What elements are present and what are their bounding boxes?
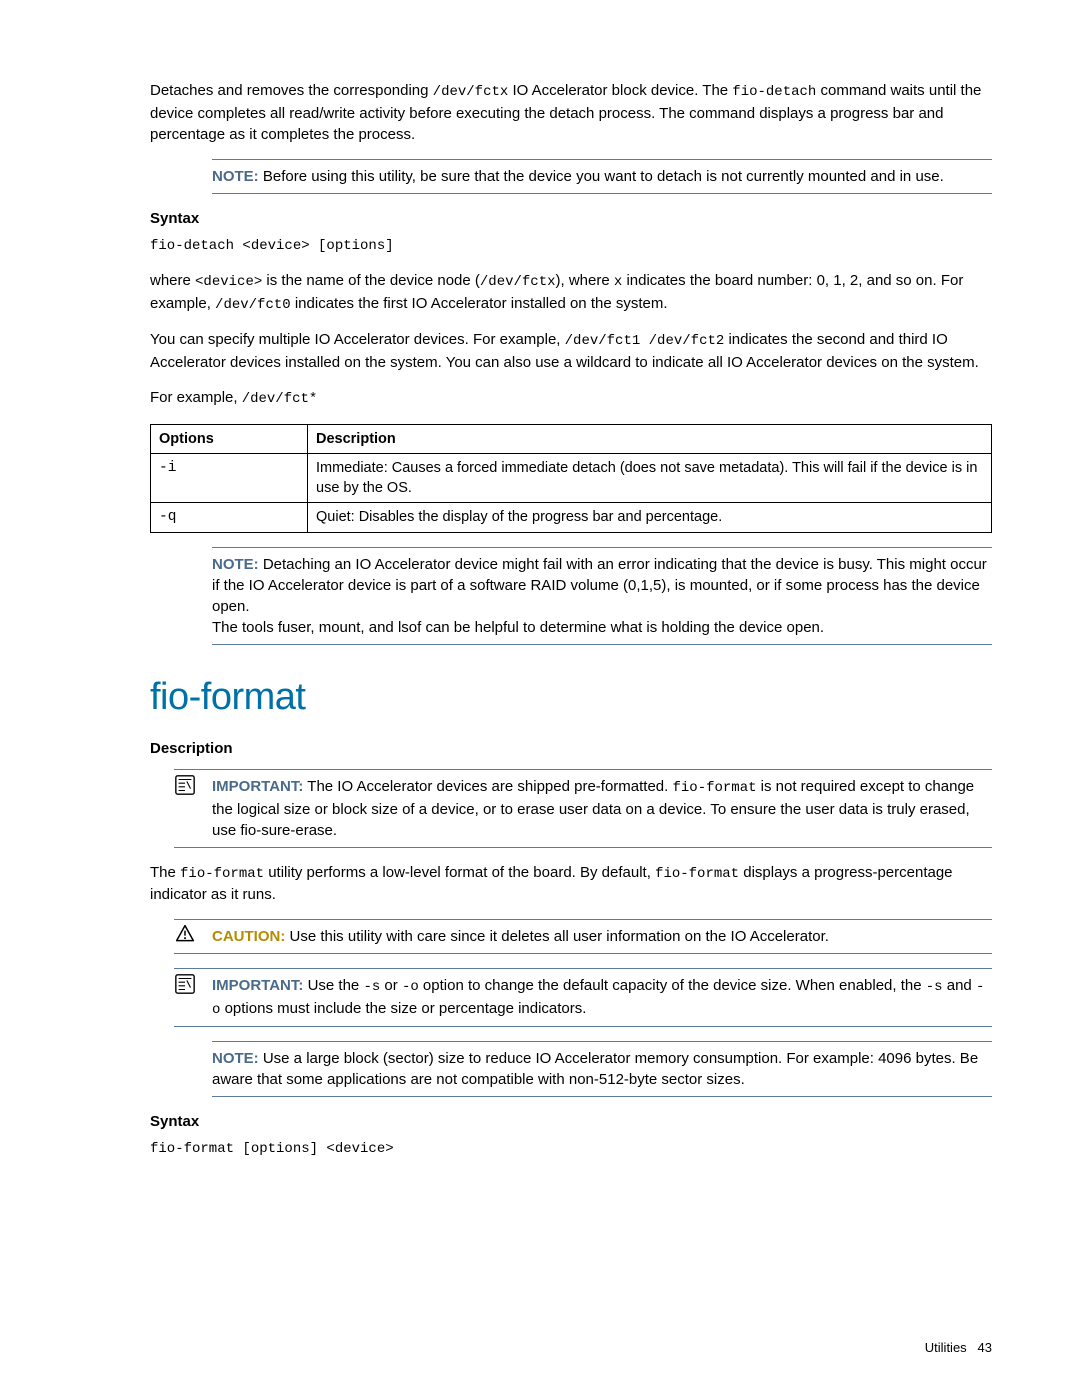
code: /dev/fctx xyxy=(433,84,509,100)
text: ), where xyxy=(556,272,614,289)
code: fio-detach xyxy=(732,84,816,100)
caution-label: CAUTION: xyxy=(212,928,285,945)
text: options must include the size or percent… xyxy=(220,1000,586,1017)
code: -o xyxy=(402,979,419,995)
syntax-heading: Syntax xyxy=(150,1111,992,1132)
text: where xyxy=(150,272,195,289)
page-footer: Utilities 43 xyxy=(925,1339,992,1357)
desc-cell: Quiet: Disables the display of the progr… xyxy=(308,503,992,532)
text: For example, xyxy=(150,389,242,406)
table-row: -i Immediate: Causes a forced immediate … xyxy=(151,453,992,503)
note-text: Before using this utility, be sure that … xyxy=(263,168,944,185)
code: fio-format xyxy=(180,866,264,882)
col-options: Options xyxy=(151,424,308,453)
syntax-code: fio-detach <device> [options] xyxy=(150,237,992,257)
section-heading: fio-format xyxy=(150,671,992,724)
note-text: The tools fuser, mount, and lsof can be … xyxy=(212,619,824,636)
text: Detaches and removes the corresponding xyxy=(150,82,433,99)
caution-box: CAUTION: Use this utility with care sinc… xyxy=(174,919,992,954)
text: utility performs a low-level format of t… xyxy=(264,864,655,881)
code: -s xyxy=(926,979,943,995)
important-label: IMPORTANT: xyxy=(212,977,303,994)
description-heading: Description xyxy=(150,738,992,759)
text: You can specify multiple IO Accelerator … xyxy=(150,331,565,348)
page: Detaches and removes the corresponding /… xyxy=(0,0,1080,1397)
option-cell: -i xyxy=(151,453,308,503)
text: is the name of the device node ( xyxy=(262,272,480,289)
footer-section: Utilities xyxy=(925,1340,967,1355)
code: -s xyxy=(363,979,380,995)
intro-paragraph: Detaches and removes the corresponding /… xyxy=(150,80,992,145)
note-text: Detaching an IO Accelerator device might… xyxy=(212,556,987,615)
text: option to change the default capacity of… xyxy=(419,977,926,994)
col-description: Description xyxy=(308,424,992,453)
where-paragraph: where <device> is the name of the device… xyxy=(150,270,992,315)
note-label: NOTE: xyxy=(212,1050,259,1067)
note-label: NOTE: xyxy=(212,168,259,185)
code: fio-format xyxy=(655,866,739,882)
caution-text: Use this utility with care since it dele… xyxy=(290,928,829,945)
code: <device> xyxy=(195,274,262,290)
code: /dev/fct* xyxy=(242,391,318,407)
example-paragraph: For example, /dev/fct* xyxy=(150,387,992,410)
note-text: Use a large block (sector) size to reduc… xyxy=(212,1050,978,1088)
code: /dev/fctx xyxy=(480,274,556,290)
text: The xyxy=(150,864,180,881)
table-header-row: Options Description xyxy=(151,424,992,453)
syntax-code: fio-format [options] <device> xyxy=(150,1140,992,1160)
footer-page-number: 43 xyxy=(978,1340,992,1355)
code: /dev/fct0 xyxy=(215,297,291,313)
important-label: IMPORTANT: xyxy=(212,778,303,795)
table-row: -q Quiet: Disables the display of the pr… xyxy=(151,503,992,532)
text: and xyxy=(943,977,976,994)
caution-icon xyxy=(174,924,196,946)
text: The IO Accelerator devices are shipped p… xyxy=(307,778,672,795)
text: Use the xyxy=(308,977,364,994)
note-box: NOTE: Detaching an IO Accelerator device… xyxy=(212,547,992,645)
desc-cell: Immediate: Causes a forced immediate det… xyxy=(308,453,992,503)
multi-paragraph: You can specify multiple IO Accelerator … xyxy=(150,329,992,373)
important-box: IMPORTANT: The IO Accelerator devices ar… xyxy=(174,769,992,848)
important-icon xyxy=(174,774,196,796)
important-icon xyxy=(174,973,196,995)
code: /dev/fct1 /dev/fct2 xyxy=(565,333,725,349)
options-table: Options Description -i Immediate: Causes… xyxy=(150,424,992,533)
note-label: NOTE: xyxy=(212,556,259,573)
note-box: NOTE: Use a large block (sector) size to… xyxy=(212,1041,992,1097)
code: fio-format xyxy=(672,780,756,796)
note-box: NOTE: Before using this utility, be sure… xyxy=(212,159,992,194)
text: indicates the first IO Accelerator insta… xyxy=(291,295,668,312)
text: or xyxy=(380,977,402,994)
important-box: IMPORTANT: Use the -s or -o option to ch… xyxy=(174,968,992,1027)
syntax-heading: Syntax xyxy=(150,208,992,229)
option-cell: -q xyxy=(151,503,308,532)
text: IO Accelerator block device. The xyxy=(508,82,732,99)
format-paragraph: The fio-format utility performs a low-le… xyxy=(150,862,992,906)
